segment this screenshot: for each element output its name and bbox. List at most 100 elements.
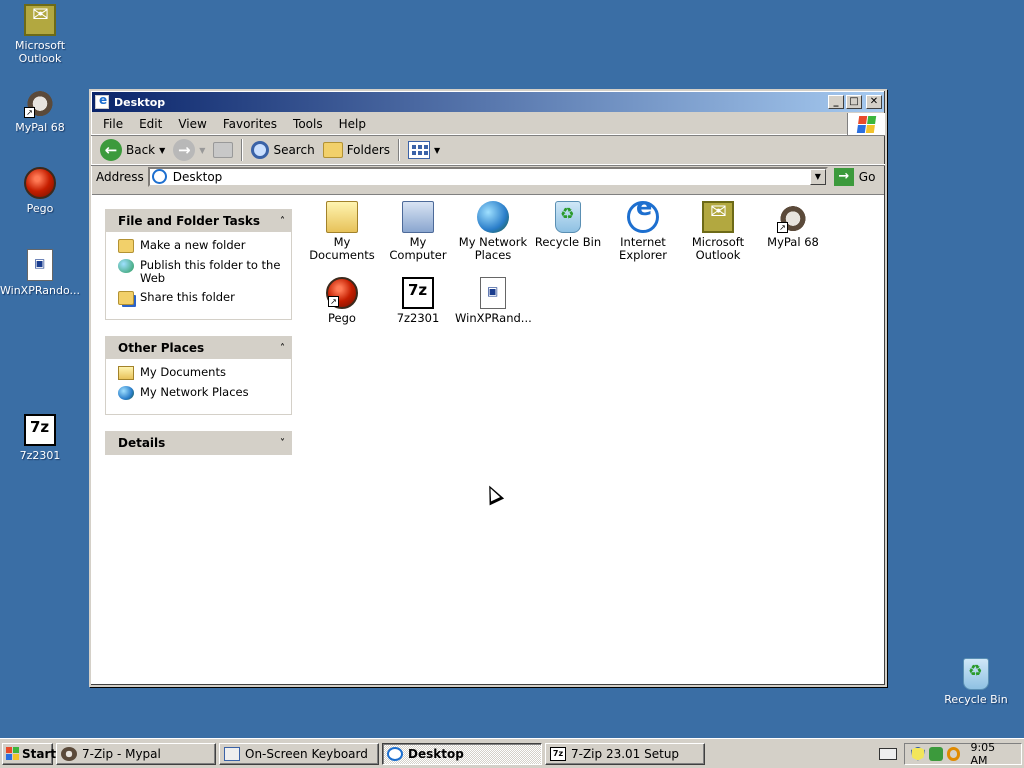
close-button[interactable]: ✕	[866, 95, 882, 109]
publish-web-icon	[118, 259, 134, 273]
desktop-icon-label: Recycle Bin	[944, 693, 1008, 706]
desktop-icon-outlook[interactable]: Microsoft Outlook	[0, 4, 80, 65]
item-mypal[interactable]: MyPal 68	[755, 201, 831, 249]
folders-button[interactable]: Folders	[319, 137, 394, 163]
address-input[interactable]: Desktop ▼	[147, 166, 828, 187]
toolbar-separator	[398, 139, 401, 161]
forward-dropdown-icon[interactable]: ▼	[199, 146, 205, 155]
desktop-icon-pego[interactable]: Pego	[0, 167, 80, 215]
maximize-button[interactable]: □	[846, 95, 862, 109]
item-pego[interactable]: Pego	[304, 277, 380, 325]
item-winxprand[interactable]: WinXPRand...	[455, 277, 532, 325]
desktop-icon-label: Microsoft Outlook	[14, 39, 66, 65]
internet-explorer-icon	[95, 93, 109, 109]
details-header[interactable]: Details ˅	[106, 432, 291, 454]
7zip-icon: 7z	[550, 746, 566, 761]
share-folder-icon	[118, 291, 134, 305]
views-button[interactable]: ▼	[404, 137, 444, 163]
desktop-icon-7z2301[interactable]: 7z2301	[0, 414, 80, 462]
go-button[interactable]: → Go	[833, 167, 875, 186]
mypal-icon	[61, 746, 77, 761]
task-share-folder[interactable]: Share this folder	[118, 291, 283, 305]
task-pane: File and Folder Tasks ˄ Make a new folde…	[105, 209, 292, 471]
place-label: My Network Places	[140, 385, 249, 399]
search-button[interactable]: Search	[247, 137, 318, 163]
up-button[interactable]	[209, 137, 237, 163]
task-publish-to-web[interactable]: Publish this folder to the Web	[118, 259, 283, 285]
address-value: Desktop	[172, 169, 223, 184]
item-microsoft-outlook[interactable]: Microsoft Outlook	[680, 201, 756, 262]
recycle-bin-icon	[555, 201, 581, 233]
menu-tools[interactable]: Tools	[285, 117, 331, 131]
place-label: My Documents	[140, 365, 226, 379]
menu-help[interactable]: Help	[331, 117, 374, 131]
clock[interactable]: 9:05 AM	[970, 741, 1015, 767]
forward-button[interactable]: → ▼	[169, 137, 209, 163]
network-icon[interactable]	[928, 746, 943, 761]
other-places-header[interactable]: Other Places ˄	[106, 337, 291, 359]
outlook-icon	[702, 201, 734, 233]
system-tray: 9:05 AM	[904, 741, 1022, 767]
item-label: WinXPRand...	[455, 311, 532, 325]
menu-view[interactable]: View	[170, 117, 214, 131]
title-bar[interactable]: Desktop _ □ ✕	[92, 92, 884, 112]
item-label: My Network Places	[458, 235, 528, 262]
internet-explorer-icon	[387, 746, 403, 761]
toolbar-separator	[241, 139, 244, 161]
expand-chevron-icon[interactable]: ˅	[280, 438, 285, 449]
search-label: Search	[273, 143, 315, 157]
keyboard-icon[interactable]	[879, 748, 897, 760]
desktop-icon-mypal[interactable]: MyPal 68	[0, 86, 80, 134]
document-icon	[480, 277, 506, 309]
folder-content[interactable]: File and Folder Tasks ˄ Make a new folde…	[92, 194, 884, 684]
desktop-icon-label: 7z2301	[19, 449, 61, 462]
search-icon[interactable]	[946, 746, 961, 761]
item-internet-explorer[interactable]: Internet Explorer	[605, 201, 681, 262]
address-label: Address	[96, 169, 144, 184]
place-my-network-places[interactable]: My Network Places	[118, 386, 283, 400]
go-arrow-icon: →	[833, 167, 854, 186]
menu-file[interactable]: File	[95, 117, 131, 131]
taskbar-button-7zip-setup[interactable]: 7z 7-Zip 23.01 Setup	[545, 742, 705, 765]
windows-logo-icon	[847, 113, 885, 135]
back-dropdown-icon[interactable]: ▼	[159, 146, 165, 155]
pego-icon	[326, 277, 358, 309]
my-documents-icon	[118, 366, 134, 380]
collapse-chevron-icon[interactable]: ˄	[280, 216, 285, 227]
menu-edit[interactable]: Edit	[131, 117, 170, 131]
desktop-icon-recycle-bin[interactable]: Recycle Bin	[936, 658, 1016, 706]
minimize-button[interactable]: _	[828, 95, 844, 109]
place-my-documents[interactable]: My Documents	[118, 366, 283, 380]
panel-title: Details	[118, 436, 166, 450]
task-label: Publish this folder to the Web	[140, 258, 281, 285]
up-folder-icon	[213, 142, 234, 158]
item-recycle-bin[interactable]: Recycle Bin	[530, 201, 606, 249]
desktop-icon-winxprando[interactable]: WinXPRando...	[0, 249, 80, 297]
security-shield-icon[interactable]	[911, 746, 925, 761]
pego-icon	[24, 167, 56, 199]
item-my-computer[interactable]: My Computer	[380, 201, 456, 262]
my-documents-icon	[326, 201, 358, 233]
address-dropdown-button[interactable]: ▼	[809, 168, 826, 185]
task-make-new-folder[interactable]: Make a new folder	[118, 239, 283, 253]
item-my-documents[interactable]: My Documents	[304, 201, 380, 262]
menu-favorites[interactable]: Favorites	[215, 117, 285, 131]
item-label: My Computer	[389, 235, 447, 262]
taskbar-button-on-screen-keyboard[interactable]: On-Screen Keyboard	[219, 742, 379, 765]
taskbar-button-7zip-mypal[interactable]: 7-Zip - Mypal	[56, 742, 216, 765]
item-7z2301[interactable]: 7z2301	[380, 277, 456, 325]
file-folder-tasks-header[interactable]: File and Folder Tasks ˄	[106, 210, 291, 232]
address-bar: Address Desktop ▼ → Go	[91, 165, 885, 188]
back-arrow-icon: ←	[100, 139, 122, 161]
standard-toolbar: ← Back ▼ → ▼ Search Folders ▼	[91, 135, 885, 165]
task-label: Make a new folder	[140, 238, 246, 252]
taskbar-button-desktop[interactable]: Desktop	[382, 742, 542, 765]
network-places-icon	[477, 201, 509, 233]
item-my-network-places[interactable]: My Network Places	[455, 201, 531, 262]
item-label: My Documents	[309, 235, 375, 262]
collapse-chevron-icon[interactable]: ˄	[280, 343, 285, 354]
search-icon	[251, 141, 270, 159]
my-computer-icon	[402, 201, 434, 233]
back-button[interactable]: ← Back ▼	[96, 137, 169, 163]
start-button[interactable]: Start	[2, 742, 56, 765]
